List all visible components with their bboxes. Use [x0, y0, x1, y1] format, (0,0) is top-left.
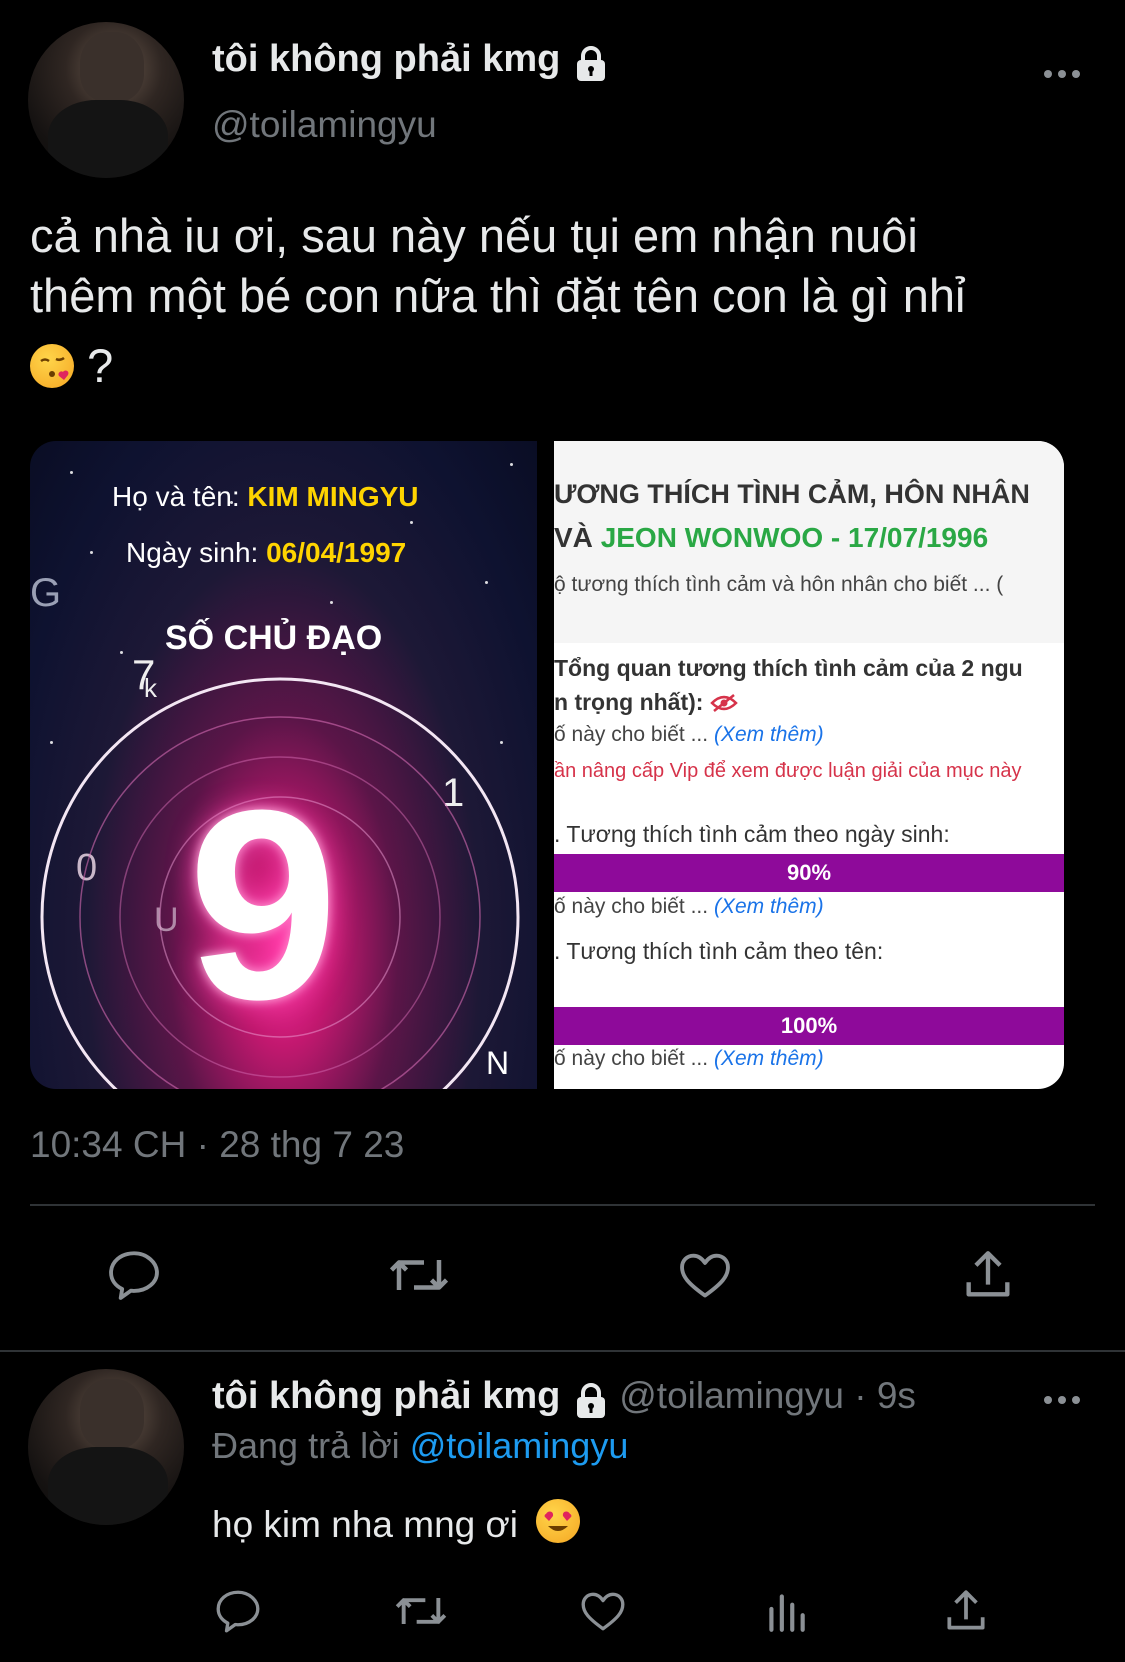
- section-2-title: . Tương thích tình cảm theo tên:: [554, 938, 884, 964]
- see-more-link-2[interactable]: (Xem thêm): [714, 895, 824, 918]
- see-more-row-1: ố này cho biết ... (Xem thêm): [554, 723, 824, 747]
- tweet-text-line-3: ?: [30, 336, 1100, 396]
- tweet-timestamp[interactable]: 10:34 CH · 28 thg 7 23: [30, 1124, 404, 1166]
- see-more-row-3: ố này cho biết ... (Xem thêm): [554, 1047, 824, 1071]
- like-icon[interactable]: [675, 1245, 735, 1305]
- see-more-link-3[interactable]: (Xem thêm): [714, 1047, 824, 1070]
- title-prefix: VÀ: [554, 522, 601, 553]
- heart-eyes-emoji-icon: [536, 1499, 581, 1543]
- reply-author-avatar[interactable]: [28, 1369, 184, 1525]
- reply-handle-time: @toilamingyu · 9s: [619, 1375, 916, 1416]
- media-image-right[interactable]: ƯƠNG THÍCH TÌNH CẢM, HÔN NHÂN VÀ JEON WO…: [554, 441, 1064, 1089]
- reply-text-content: họ kim nha mng ơi: [212, 1504, 519, 1545]
- reply-author-display-name: tôi không phải kmg: [212, 1375, 561, 1417]
- retweet-icon[interactable]: [386, 1245, 452, 1305]
- see-more-link[interactable]: (Xem thêm): [714, 723, 824, 746]
- reply-icon[interactable]: [104, 1245, 164, 1305]
- reply-header[interactable]: tôi không phải kmg @toilamingyu · 9s: [212, 1375, 916, 1425]
- see-more-prefix-2: ố này cho biết ...: [554, 895, 714, 918]
- title-line-1: ƯƠNG THÍCH TÌNH CẢM, HÔN NHÂN: [554, 479, 1030, 509]
- intro-text: ộ tương thích tình cảm và hôn nhân cho b…: [554, 573, 1004, 596]
- more-options-icon[interactable]: [1044, 70, 1080, 78]
- share-icon[interactable]: [958, 1245, 1018, 1305]
- media-image-left[interactable]: Họ và tên: KIM MINGYU Ngày sinh: 06/04/1…: [30, 441, 537, 1089]
- tweet-text-line-2: thêm một bé con nữa thì đặt tên con là g…: [30, 269, 966, 322]
- progress-bar-2-label: 100%: [780, 1013, 838, 1038]
- tweet-text: cả nhà iu ơi, sau này nếu tụi em nhận nu…: [30, 206, 1100, 396]
- divider: [30, 1204, 1095, 1206]
- overview-line-1: Tổng quan tương thích tình cảm của 2 ngu: [554, 655, 1023, 681]
- thread-divider: [0, 1350, 1125, 1352]
- progress-bar-1-label: 90%: [786, 860, 832, 885]
- reply-share-icon[interactable]: [940, 1585, 992, 1637]
- overview-line-2: n trọng nhất):: [554, 689, 738, 716]
- tweet-text-tail: ?: [87, 339, 114, 392]
- eye-slash-icon: [710, 694, 738, 712]
- reply-reply-icon[interactable]: [212, 1585, 264, 1637]
- see-more-row-2: ố này cho biết ... (Xem thêm): [554, 895, 824, 919]
- author-display-name: tôi không phải kmg: [212, 38, 561, 80]
- lock-icon: [573, 45, 609, 88]
- overview-line-2-text: n trọng nhất):: [554, 689, 704, 715]
- author-avatar[interactable]: [28, 22, 184, 178]
- replying-to-handle-link[interactable]: @toilamingyu: [410, 1425, 629, 1466]
- kissing-heart-emoji-icon: [30, 344, 74, 388]
- tweet-text-line-1: cả nhà iu ơi, sau này nếu tụi em nhận nu…: [30, 209, 918, 262]
- reply-lock-icon: [573, 1382, 609, 1425]
- progress-bar-2: 100%: [554, 1007, 1064, 1045]
- progress-bar-1: 90%: [554, 854, 1064, 892]
- reply-retweet-icon[interactable]: [392, 1585, 450, 1637]
- reply-text: họ kim nha mng ơi: [212, 1499, 581, 1546]
- title-highlight: JEON WONWOO - 17/07/1996: [600, 522, 989, 553]
- reply-like-icon[interactable]: [577, 1585, 629, 1637]
- vip-note: ần nâng cấp Vip để xem được luận giải củ…: [554, 760, 1022, 782]
- section-1-title: . Tương thích tình cảm theo ngày sinh:: [554, 821, 950, 847]
- title-line-2: VÀ JEON WONWOO - 17/07/1996: [554, 522, 988, 554]
- author-handle[interactable]: @toilamingyu: [212, 104, 437, 146]
- see-more-prefix-3: ố này cho biết ...: [554, 1047, 714, 1070]
- analytics-icon[interactable]: [760, 1585, 812, 1637]
- replying-to-label: Đang trả lời: [212, 1425, 400, 1466]
- reply-more-options-icon[interactable]: [1044, 1396, 1080, 1404]
- author-name-row[interactable]: tôi không phải kmg: [212, 38, 609, 88]
- big-number: 9: [188, 755, 339, 1056]
- replying-to: Đang trả lời @toilamingyu: [212, 1425, 628, 1467]
- see-more-prefix: ố này cho biết ...: [554, 723, 714, 746]
